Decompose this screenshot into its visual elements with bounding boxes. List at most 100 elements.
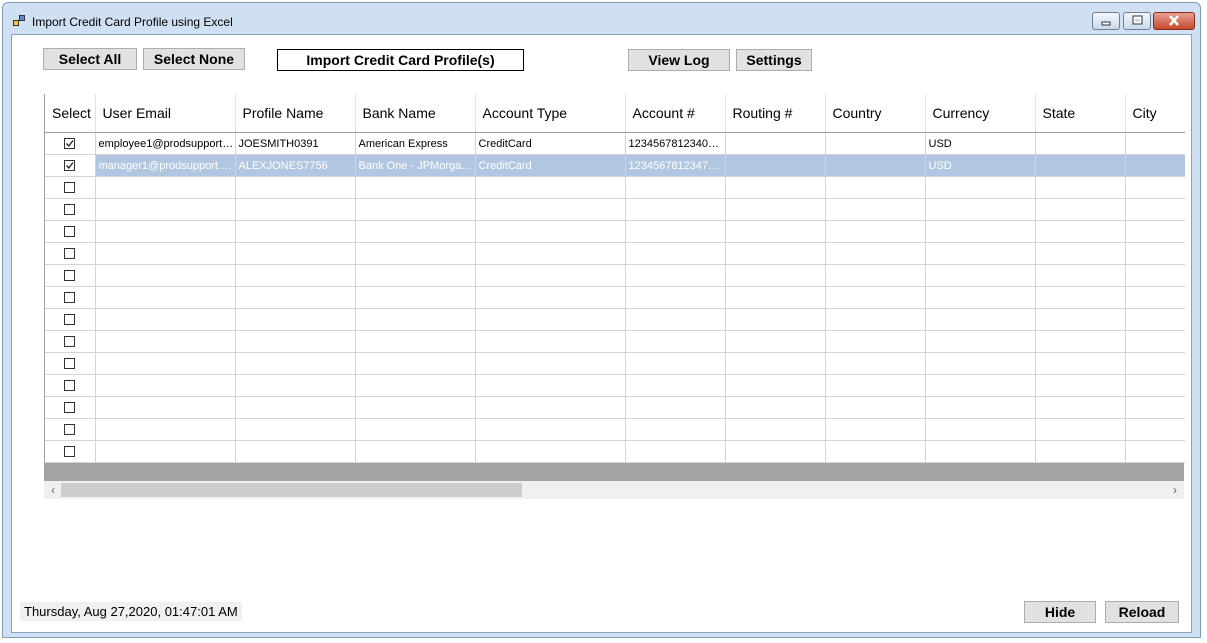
table-cell[interactable] [825,286,926,309]
table-cell[interactable] [825,264,926,287]
table-cell[interactable] [1035,374,1126,397]
table-cell[interactable] [95,176,236,199]
row-select-checkbox[interactable] [64,270,76,282]
table-cell[interactable] [235,352,356,375]
table-cell[interactable] [355,418,476,441]
table-cell[interactable] [235,220,356,243]
table-cell[interactable] [825,176,926,199]
table-cell[interactable]: USD [925,132,1036,155]
table-cell[interactable]: 1234567812340… [625,132,726,155]
table-cell[interactable] [475,440,626,463]
table-cell[interactable] [355,352,476,375]
table-cell[interactable] [1035,352,1126,375]
table-cell[interactable]: American Express [355,132,476,155]
table-cell[interactable] [1035,264,1126,287]
table-cell[interactable] [355,440,476,463]
table-cell[interactable] [355,308,476,331]
table-cell[interactable]: Bank One - JPMorga… [355,154,476,177]
table-cell[interactable] [1125,176,1185,199]
hide-button[interactable]: Hide [1024,601,1096,623]
table-row[interactable] [45,264,1185,287]
table-cell[interactable] [95,264,236,287]
column-header[interactable]: Select [45,94,96,133]
table-cell[interactable] [725,154,826,177]
column-header[interactable]: Account # [625,94,726,133]
table-cell[interactable] [95,440,236,463]
column-header[interactable]: User Email [95,94,236,133]
table-cell[interactable] [475,418,626,441]
table-cell[interactable] [1035,242,1126,265]
table-cell[interactable] [235,418,356,441]
minimize-button[interactable] [1092,12,1120,30]
table-row[interactable] [45,418,1185,441]
table-cell[interactable] [475,176,626,199]
table-cell[interactable] [95,418,236,441]
table-cell[interactable] [925,352,1036,375]
table-cell[interactable] [925,242,1036,265]
table-cell[interactable] [625,242,726,265]
table-cell[interactable] [825,220,926,243]
table-cell[interactable] [95,220,236,243]
table-cell[interactable] [825,132,926,155]
table-cell[interactable] [235,440,356,463]
table-cell[interactable] [725,330,826,353]
title-bar[interactable]: Import Credit Card Profile using Excel [3,3,1200,37]
table-cell[interactable] [1035,176,1126,199]
table-cell[interactable] [475,286,626,309]
table-cell[interactable] [355,198,476,221]
table-row[interactable] [45,374,1185,397]
table-row[interactable]: manager1@prodsupport.c… ALEXJONES7756 Bank… [45,154,1185,177]
table-cell[interactable] [355,286,476,309]
table-cell[interactable] [625,374,726,397]
column-header[interactable]: City [1125,94,1185,133]
table-cell[interactable] [825,242,926,265]
table-cell[interactable] [235,330,356,353]
table-row[interactable] [45,286,1185,309]
table-cell[interactable] [925,396,1036,419]
table-cell[interactable] [625,440,726,463]
table-cell[interactable] [475,374,626,397]
table-cell[interactable] [1125,154,1185,177]
row-select-checkbox[interactable] [64,358,76,370]
row-select-checkbox[interactable] [64,402,76,414]
scrollbar-thumb[interactable] [61,483,522,497]
table-cell[interactable] [625,220,726,243]
table-cell[interactable] [95,352,236,375]
table-cell[interactable] [475,220,626,243]
table-cell[interactable] [925,264,1036,287]
table-cell[interactable] [925,330,1036,353]
table-cell[interactable] [725,198,826,221]
row-select-checkbox[interactable] [64,380,76,392]
table-row[interactable] [45,242,1185,265]
column-header[interactable]: Profile Name [235,94,356,133]
table-cell[interactable] [825,308,926,331]
table-cell[interactable] [625,308,726,331]
row-select-checkbox[interactable] [64,248,76,260]
table-row[interactable]: employee1@prodsupport.… JOESMITH0391 Ameri… [45,132,1185,155]
table-cell[interactable] [235,242,356,265]
table-cell[interactable] [625,352,726,375]
table-cell[interactable] [925,440,1036,463]
row-select-checkbox[interactable] [64,182,76,194]
table-cell[interactable] [1035,396,1126,419]
table-cell[interactable] [235,308,356,331]
table-cell[interactable] [95,330,236,353]
table-cell[interactable]: employee1@prodsupport.… [95,132,236,155]
table-row[interactable] [45,352,1185,375]
table-cell[interactable] [725,440,826,463]
table-cell[interactable] [1035,286,1126,309]
table-cell[interactable] [95,286,236,309]
settings-button[interactable]: Settings [736,49,812,71]
table-row[interactable] [45,440,1185,463]
table-cell[interactable] [355,220,476,243]
table-cell[interactable] [355,264,476,287]
table-cell[interactable] [475,396,626,419]
table-cell[interactable] [1125,242,1185,265]
profiles-grid[interactable]: Select User Email Profile Name Bank Name Acc… [44,94,1185,499]
table-cell[interactable] [725,220,826,243]
row-select-checkbox[interactable] [64,446,76,458]
table-cell[interactable]: 1234567812347… [625,154,726,177]
table-cell[interactable] [625,176,726,199]
table-row[interactable] [45,198,1185,221]
table-cell[interactable] [1035,308,1126,331]
